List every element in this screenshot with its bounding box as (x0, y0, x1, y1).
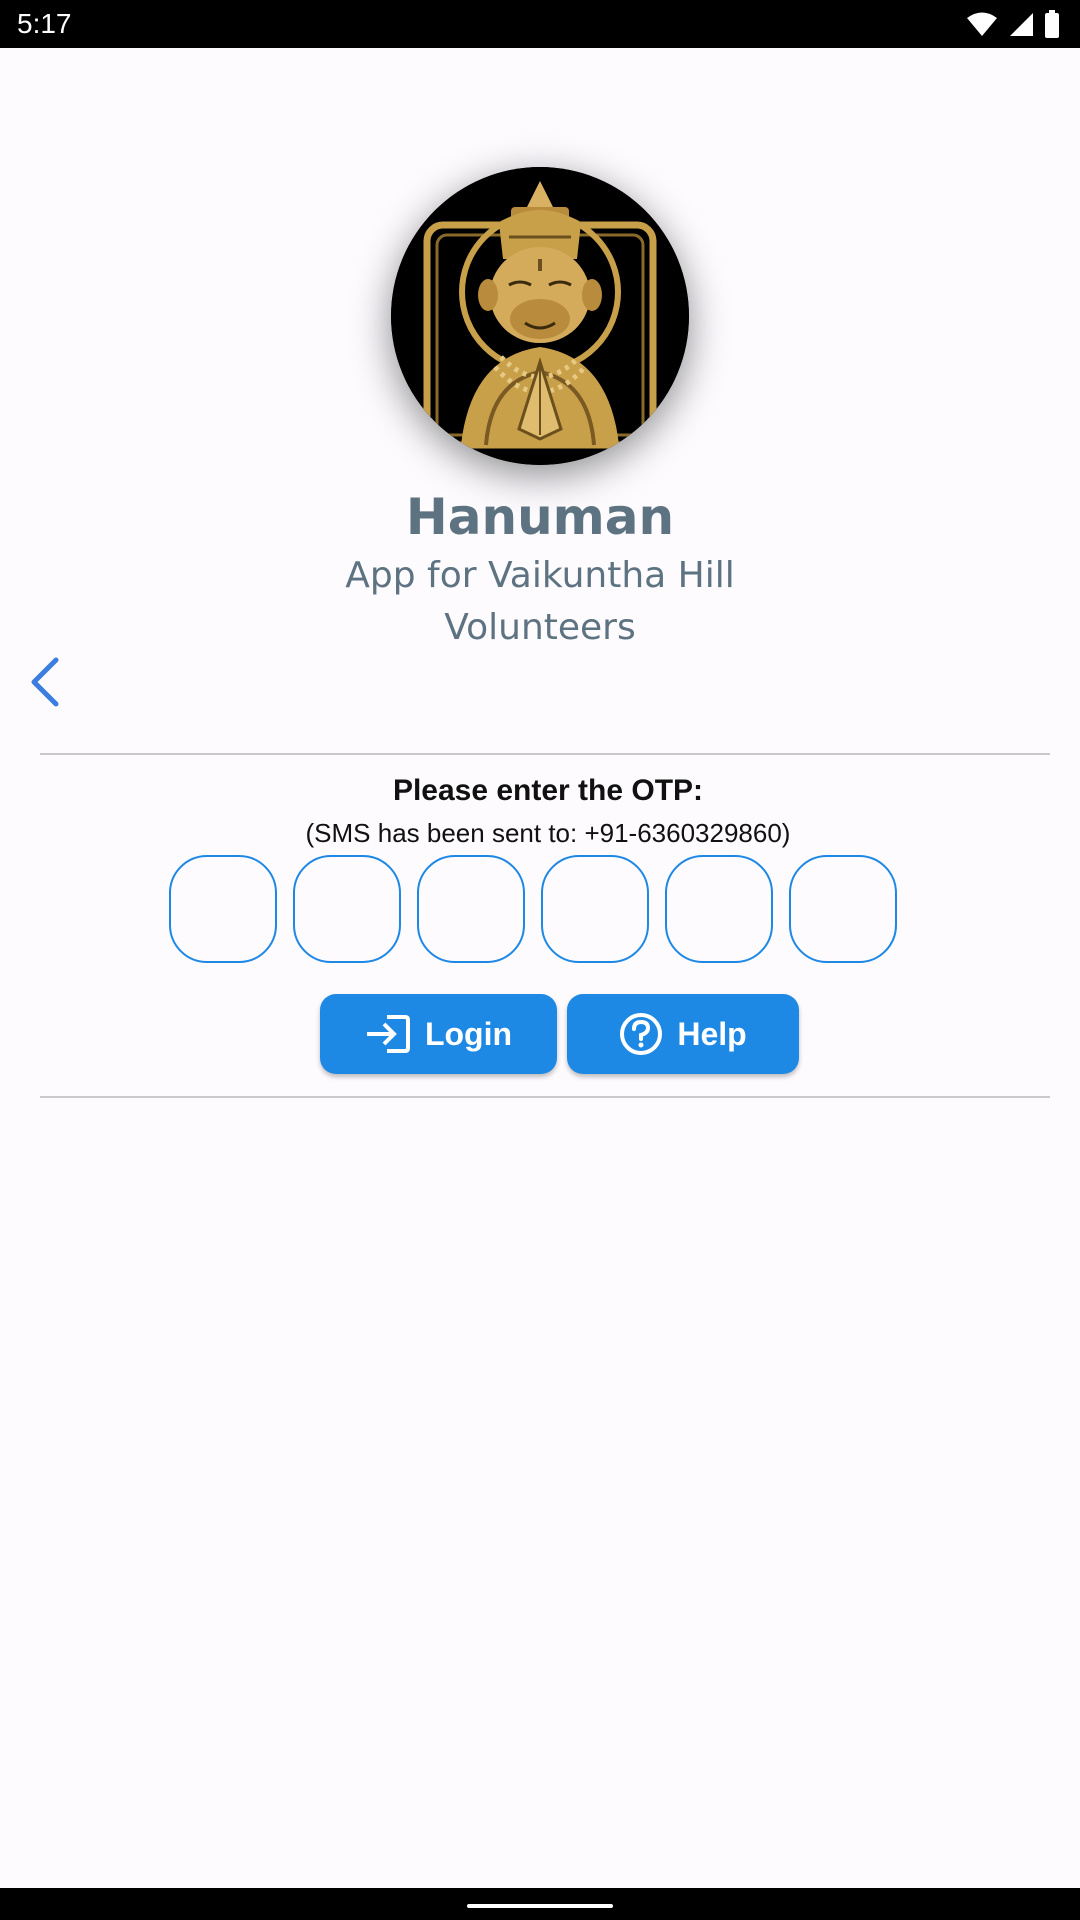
status-icons (966, 10, 1060, 38)
otp-digit-4[interactable] (541, 855, 649, 963)
login-button[interactable]: Login (320, 994, 557, 1074)
otp-digit-6[interactable] (789, 855, 897, 963)
status-time: 5:17 (17, 8, 72, 39)
help-button-label: Help (677, 1015, 747, 1052)
wifi-icon (967, 12, 997, 36)
otp-title: Please enter the OTP: (392, 774, 704, 807)
hanuman-logo-icon (391, 167, 689, 465)
help-button[interactable]: Help (567, 994, 799, 1074)
otp-digit-3[interactable] (417, 855, 525, 963)
otp-digit-5[interactable] (665, 855, 773, 963)
login-button-label: Login (424, 1015, 513, 1052)
navigation-bar (0, 1888, 1080, 1920)
help-circle-icon (620, 1013, 663, 1055)
app-logo (391, 167, 689, 465)
status-bar: 5:17 (0, 0, 1080, 48)
otp-sms-info: (SMS has been sent to: +91-6360329860) (305, 818, 791, 848)
otp-input-group (169, 855, 897, 963)
divider-bottom (40, 1096, 1050, 1098)
back-button[interactable] (26, 656, 66, 708)
cellular-signal-icon (1010, 13, 1033, 36)
app-title: Hanuman (405, 488, 675, 546)
otp-digit-2[interactable] (293, 855, 401, 963)
app-subtitle: App for Vaikuntha Hill Volunteers (345, 555, 735, 648)
otp-digit-1[interactable] (169, 855, 277, 963)
home-gesture-handle[interactable] (467, 1904, 613, 1908)
divider-top (40, 753, 1050, 755)
login-icon (366, 1015, 410, 1053)
chevron-left-icon (31, 657, 59, 707)
battery-icon (1045, 10, 1059, 38)
